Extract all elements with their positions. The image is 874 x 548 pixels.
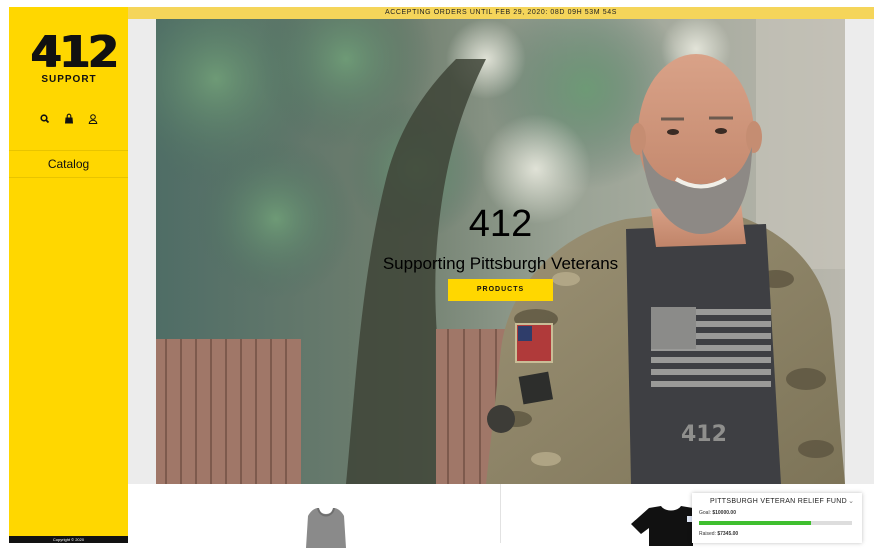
- fund-raised-label: Raised:: [699, 531, 716, 537]
- tank-top-image: [306, 508, 346, 548]
- fund-title: PITTSBURGH VETERAN RELIEF FUND: [710, 498, 847, 505]
- right-gutter: [845, 19, 874, 484]
- user-icon[interactable]: [86, 112, 100, 126]
- sidebar-item-catalog[interactable]: Catalog: [9, 150, 128, 178]
- fund-progress-fill: [699, 521, 812, 525]
- bag-icon[interactable]: [62, 112, 76, 126]
- fund-raised-value: $7345.00: [717, 531, 739, 537]
- sidebar-icon-row: [38, 111, 100, 127]
- brand-logo[interactable]: 412 SUPPORT: [31, 27, 119, 87]
- hero-title: 412: [468, 203, 533, 245]
- announcement-bar: ACCEPTING ORDERS UNTIL FEB 29, 2020: 08D…: [128, 7, 874, 19]
- left-gutter: [128, 19, 156, 484]
- logo-word: SUPPORT: [41, 74, 97, 85]
- relief-fund-widget[interactable]: PITTSBURGH VETERAN RELIEF FUND ⌄ Goal: $…: [692, 493, 862, 543]
- fund-progress-bar: [699, 521, 852, 525]
- svg-text:412: 412: [681, 422, 727, 447]
- search-icon[interactable]: [38, 112, 52, 126]
- fund-goal-value: $10000.00: [712, 510, 736, 516]
- fund-goal: Goal: $10000.00: [699, 510, 736, 516]
- logo-number: 412: [31, 27, 119, 78]
- fund-goal-label: Goal:: [699, 510, 711, 516]
- hero-subtitle: Supporting Pittsburgh Veterans: [382, 254, 619, 273]
- copyright-text: Copyright © 2020: [9, 536, 128, 543]
- fund-raised: Raised: $7345.00: [699, 531, 738, 537]
- hero-banner: 412 412 Supporting Pittsburgh Veterans P…: [156, 19, 845, 484]
- product-card[interactable]: [156, 484, 500, 548]
- hero-image: 412: [156, 19, 845, 484]
- chevron-down-icon[interactable]: ⌄: [848, 497, 854, 505]
- products-button[interactable]: PRODUCTS: [448, 279, 553, 301]
- sidebar: 412 SUPPORT Catalog Copyright © 2020: [9, 7, 128, 543]
